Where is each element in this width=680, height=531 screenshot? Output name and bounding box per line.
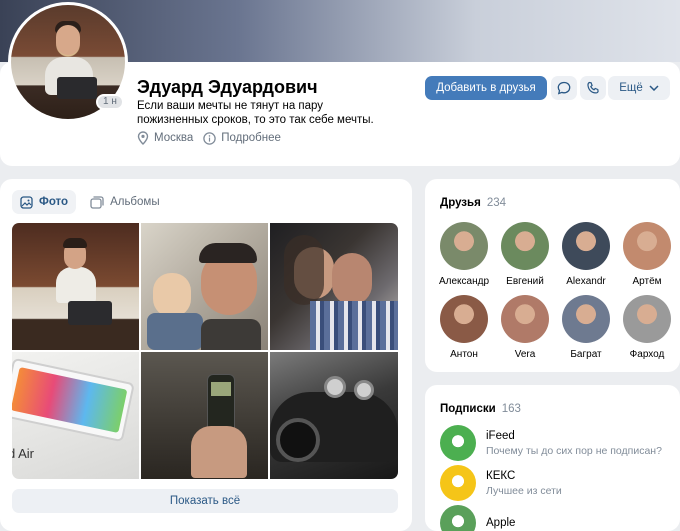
- photo-thumbnail[interactable]: [270, 223, 398, 350]
- albums-icon: [90, 195, 104, 209]
- subscriptions-count: 163: [501, 403, 521, 415]
- subscription-name: Apple: [486, 517, 516, 529]
- photo-thumbnail[interactable]: [141, 223, 268, 350]
- photo-tabs: Фото Альбомы: [12, 190, 168, 214]
- friend-avatar: [623, 222, 671, 270]
- friend-name: Фарход: [629, 349, 665, 360]
- tab-albums[interactable]: Альбомы: [82, 190, 168, 214]
- friend-avatar: [501, 295, 549, 343]
- show-all-photos-button[interactable]: Показать всё: [12, 489, 398, 513]
- more-button[interactable]: Ещё: [608, 76, 670, 100]
- phone-icon: [587, 81, 599, 94]
- friend-item[interactable]: Фарход: [615, 295, 679, 360]
- friend-item[interactable]: Антон: [432, 295, 496, 360]
- subscriptions-card: Подписки 163 iFeed Почему ты до сих пор н…: [425, 385, 680, 531]
- friend-item[interactable]: Alexandr: [554, 222, 618, 287]
- details-link[interactable]: Подробнее: [203, 131, 281, 145]
- online-status-badge: 1 н: [96, 94, 124, 110]
- friends-header[interactable]: Друзья 234: [440, 197, 506, 209]
- friend-item[interactable]: Vera: [493, 295, 557, 360]
- subscription-name: iFeed: [486, 429, 515, 442]
- location: Москва: [137, 131, 193, 145]
- friend-item[interactable]: Александр: [432, 222, 496, 287]
- photos-card: Фото Альбомы d Air: [0, 179, 412, 531]
- friend-avatar: [440, 222, 488, 270]
- subscriptions-title: Подписки: [440, 403, 496, 415]
- tab-photos[interactable]: Фото: [12, 190, 77, 214]
- tab-albums-label: Альбомы: [110, 196, 160, 208]
- profile-status: Если ваши мечты не тянут на пару пожизне…: [137, 100, 374, 126]
- call-button[interactable]: [580, 76, 606, 100]
- friend-name: Евгений: [506, 276, 544, 287]
- friend-item[interactable]: Артём: [615, 222, 679, 287]
- subscription-item[interactable]: Apple: [440, 505, 515, 531]
- details-label: Подробнее: [221, 132, 281, 144]
- photo-icon: [20, 195, 33, 209]
- friends-count: 234: [486, 197, 506, 209]
- friend-avatar: [562, 295, 610, 343]
- friend-item[interactable]: Баграт: [554, 295, 618, 360]
- subscription-avatar: [440, 465, 476, 501]
- friend-name: Баграт: [570, 349, 602, 360]
- friends-card: Друзья 234 Александр Евгений Alexandr Артём…: [425, 179, 680, 372]
- friend-name: Александр: [438, 276, 490, 287]
- more-label: Ещё: [619, 82, 643, 94]
- tab-photos-label: Фото: [39, 196, 69, 208]
- friend-name: Антон: [450, 349, 478, 360]
- subscription-description: Почему ты до сих пор не подписан?: [486, 444, 662, 457]
- subscriptions-header[interactable]: Подписки 163: [440, 403, 521, 415]
- friend-item[interactable]: Евгений: [493, 222, 557, 287]
- photo-thumbnail[interactable]: d Air: [12, 352, 139, 479]
- info-icon: [203, 131, 217, 145]
- profile-name: Эдуард Эдуардович: [137, 77, 318, 97]
- friend-name: Alexandr: [566, 276, 606, 287]
- photo-thumbnail[interactable]: [270, 352, 398, 479]
- photo-thumbnail[interactable]: [141, 352, 268, 479]
- message-icon: [557, 81, 571, 95]
- city-label: Москва: [154, 132, 194, 144]
- friend-name: Артём: [632, 276, 662, 287]
- add-friend-button[interactable]: Добавить в друзья: [425, 76, 547, 100]
- friend-name: Vera: [514, 349, 536, 360]
- subscription-avatar: [440, 505, 476, 531]
- subscription-item[interactable]: КЕКС Лучшее из сети: [440, 465, 562, 501]
- friends-title: Друзья: [440, 197, 481, 209]
- subscription-description: Лучшее из сети: [486, 484, 562, 497]
- message-button[interactable]: [551, 76, 577, 100]
- location-pin-icon: [137, 131, 149, 145]
- chevron-down-icon: [649, 85, 659, 91]
- photo-grid: d Air: [12, 223, 398, 479]
- photo-thumbnail[interactable]: [12, 223, 139, 350]
- friend-avatar: [440, 295, 488, 343]
- friend-avatar: [501, 222, 549, 270]
- profile-meta: Москва Подробнее: [137, 131, 281, 145]
- subscription-avatar: [440, 425, 476, 461]
- subscription-item[interactable]: iFeed Почему ты до сих пор не подписан?: [440, 425, 662, 461]
- friend-avatar: [623, 295, 671, 343]
- subscription-name: КЕКС: [486, 469, 516, 482]
- friend-avatar: [562, 222, 610, 270]
